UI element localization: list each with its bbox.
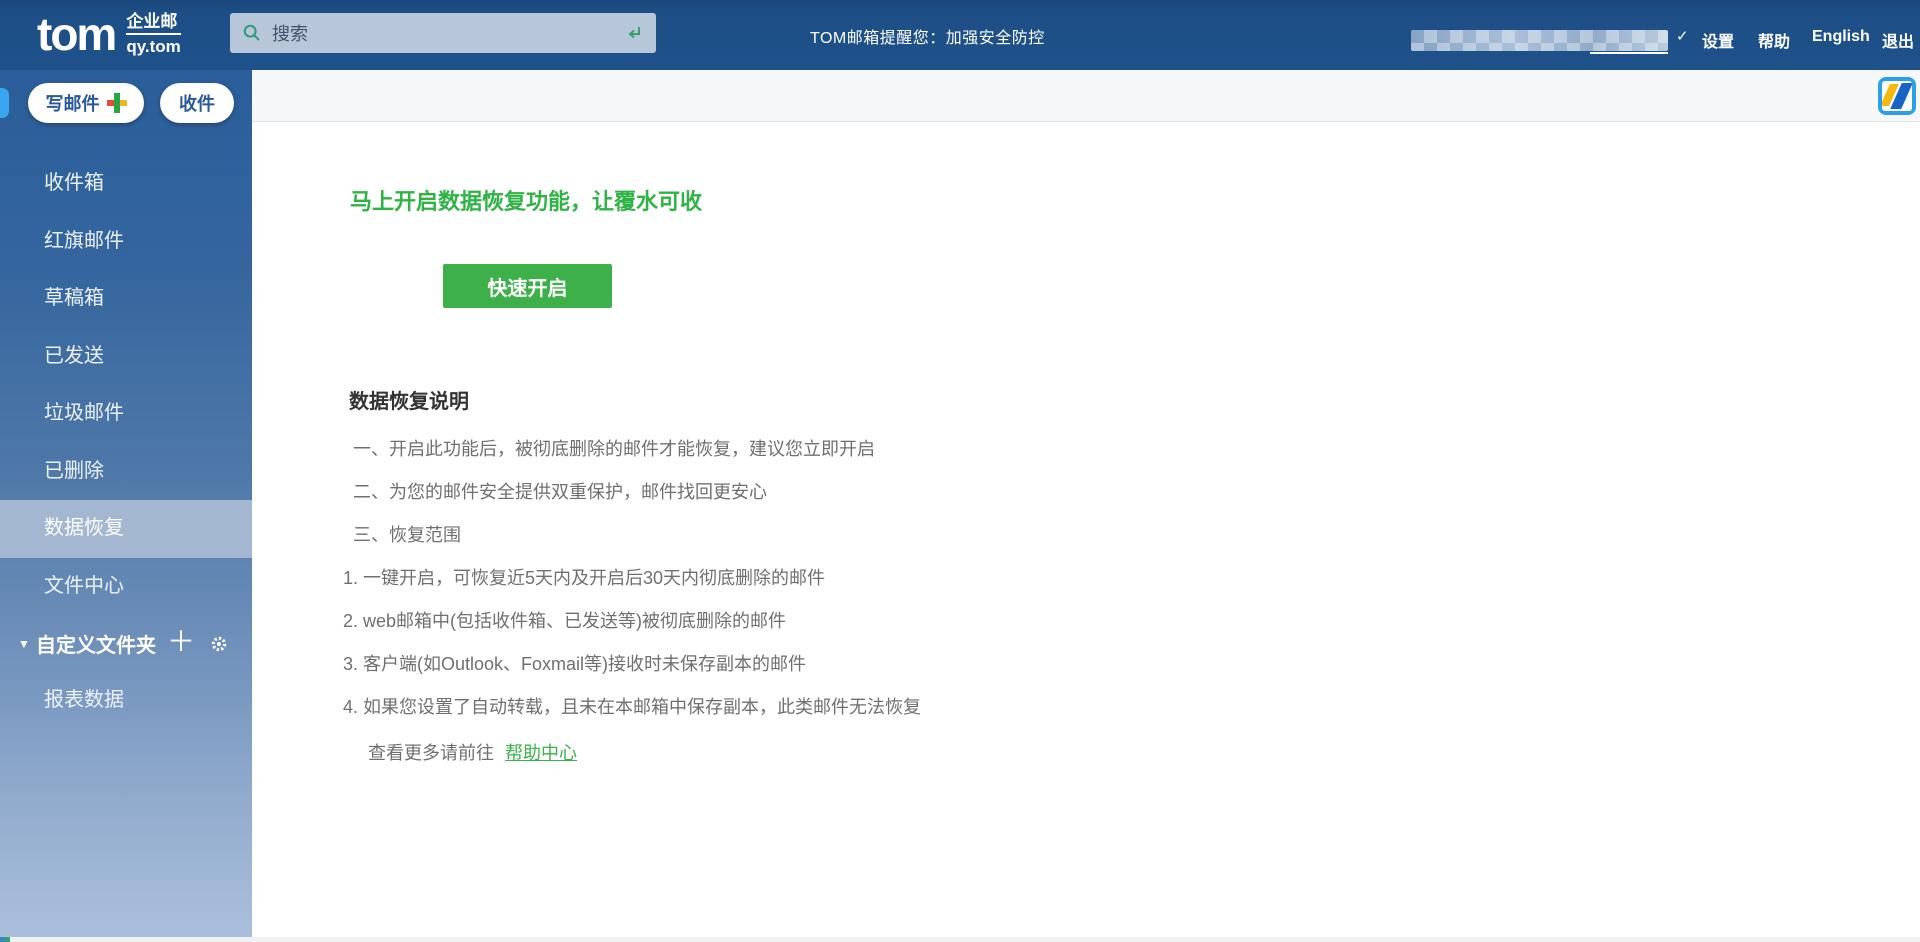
instruction-line: 4. 如果您设置了自动转载，且未在本邮箱中保存副本，此类邮件无法恢复 — [343, 686, 921, 729]
logout-link[interactable]: 退出 — [1882, 28, 1914, 52]
sidebar-item-drafts[interactable]: 草稿箱 — [0, 270, 252, 328]
sidebar-item-sent[interactable]: 已发送 — [0, 328, 252, 386]
enter-icon[interactable] — [624, 23, 644, 43]
horizontal-scrollbar[interactable] — [0, 937, 1920, 942]
section-title: 数据恢复说明 — [349, 385, 469, 414]
account-check-icon: ✓ — [1676, 27, 1689, 45]
add-folder-icon[interactable]: ＋ — [166, 615, 196, 672]
custom-folders-label: 自定义文件夹 — [36, 629, 156, 658]
sidebar-item-spam[interactable]: 垃圾邮件 — [0, 385, 252, 443]
sidebar: 写邮件 收件 收件箱 红旗邮件 草稿箱 已发送 垃圾邮件 已删除 数据恢复 文件… — [0, 70, 252, 942]
sidebar-item-flagged[interactable]: 红旗邮件 — [0, 213, 252, 271]
tom-logo: tom — [37, 10, 115, 58]
sidebar-item-data-recovery[interactable]: 数据恢复 — [0, 500, 252, 558]
search-icon — [242, 23, 262, 43]
scrollbar-fleck — [0, 937, 10, 942]
instructions-list: 一、开启此功能后，被彻底删除的邮件才能恢复，建议您立即开启 二、为您的邮件安全提… — [343, 428, 921, 729]
security-notice: TOM邮箱提醒您：加强安全防控 — [810, 24, 1045, 48]
instruction-line: 1. 一键开启，可恢复近5天内及开启后30天内彻底删除的邮件 — [343, 557, 921, 600]
instruction-line: 3. 客户端(如Outlook、Foxmail等)接收时未保存副本的邮件 — [343, 643, 921, 686]
instruction-line: 二、为您的邮件安全提供双重保护，邮件找回更安心 — [343, 471, 921, 514]
compose-button-label: 写邮件 — [46, 90, 100, 116]
more-prefix: 查看更多请前往 — [368, 743, 494, 763]
language-link[interactable]: English — [1812, 28, 1870, 46]
sidebar-item-inbox[interactable]: 收件箱 — [0, 155, 252, 213]
compose-plus-icon — [107, 93, 127, 113]
brand-domain: qy.tom — [126, 37, 180, 57]
search-placeholder: 搜索 — [272, 20, 624, 46]
folder-gear-icon[interactable] — [205, 615, 233, 672]
receive-button-label: 收件 — [179, 90, 215, 116]
chart-app-badge-icon[interactable] — [1878, 77, 1916, 115]
sidebar-item-deleted[interactable]: 已删除 — [0, 443, 252, 501]
content-header-strip — [252, 70, 1920, 122]
compose-button[interactable]: 写邮件 — [28, 83, 144, 123]
main-content: 马上开启数据恢复功能，让覆水可收 快速开启 数据恢复说明 一、开启此功能后，被彻… — [252, 122, 1920, 938]
brand: tom 企业邮 qy.tom — [37, 10, 181, 58]
chevron-down-icon[interactable]: ▼ — [18, 637, 36, 651]
sidebar-nav: 收件箱 红旗邮件 草稿箱 已发送 垃圾邮件 已删除 数据恢复 文件中心 — [0, 155, 252, 615]
page-title: 马上开启数据恢复功能，让覆水可收 — [350, 184, 702, 216]
sidebar-item-report-data[interactable]: 报表数据 — [0, 672, 252, 730]
instruction-line: 一、开启此功能后，被彻底删除的邮件才能恢复，建议您立即开启 — [343, 428, 921, 471]
settings-link[interactable]: 设置 — [1702, 28, 1734, 52]
top-bar: tom 企业邮 qy.tom 搜索 TOM邮箱提醒您：加强安全防控 ✓ 设置 帮… — [0, 0, 1920, 70]
more-info-line: 查看更多请前往 帮助中心 — [368, 732, 577, 775]
help-link-top[interactable]: 帮助 — [1758, 28, 1790, 52]
custom-folder-list: 报表数据 — [0, 672, 252, 730]
account-underline — [1590, 52, 1668, 54]
instruction-line: 三、恢复范围 — [343, 514, 921, 557]
instruction-line: 2. web邮箱中(包括收件箱、已发送等)被彻底删除的邮件 — [343, 600, 921, 643]
quick-enable-button[interactable]: 快速开启 — [443, 264, 612, 308]
sidebar-item-file-center[interactable]: 文件中心 — [0, 558, 252, 616]
account-name-redacted[interactable] — [1411, 30, 1668, 51]
search-input[interactable]: 搜索 — [230, 13, 656, 53]
brand-product: 企业邮 — [126, 12, 180, 35]
receive-button[interactable]: 收件 — [160, 83, 234, 123]
help-center-link[interactable]: 帮助中心 — [505, 743, 577, 763]
